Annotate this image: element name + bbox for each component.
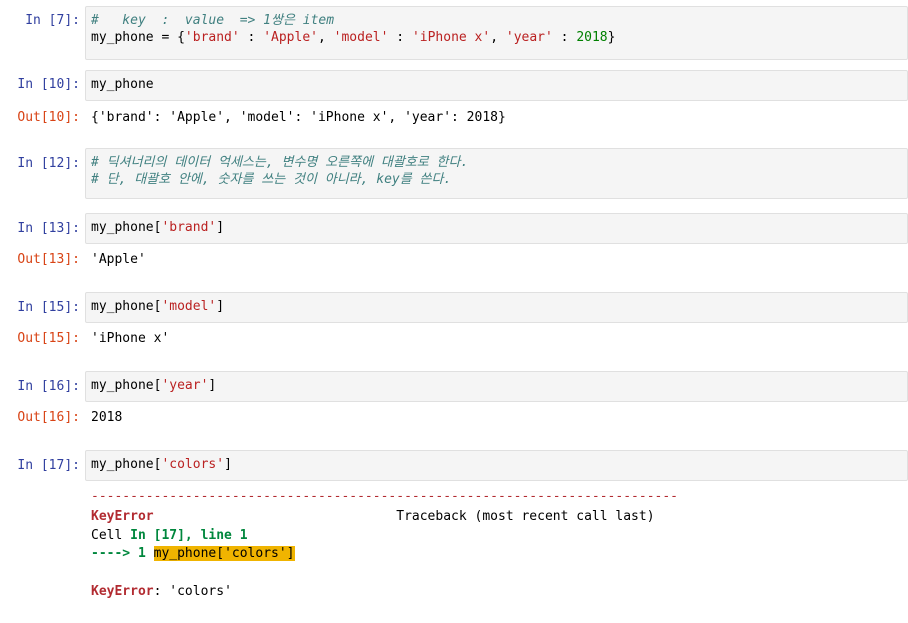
code-token: my_phone[ [91, 220, 162, 235]
code-token: : [239, 30, 264, 45]
traceback-label: Traceback (most recent call last) [153, 509, 655, 524]
code-token: my_phone[ [91, 299, 162, 314]
traceback-code-line: ----> 1 my_phone['colors'] [91, 545, 295, 562]
cell-output: 'iPhone x' [91, 331, 170, 346]
code-token: , [318, 30, 334, 45]
error-message: KeyError: 'colors' [91, 583, 232, 600]
code-cell-15[interactable]: my_phone['model'] [85, 292, 908, 323]
code-token: , [490, 30, 506, 45]
code-string: 'brand' [161, 220, 217, 235]
code-comment: # 단, 대괄호 안에, 숫자를 쓰는 것이 아니라, key를 쓴다. [91, 172, 452, 187]
code-line: my_phone['year'] [91, 377, 907, 394]
code-token: ] [224, 457, 232, 472]
input-prompt: In [17]: [17, 458, 80, 473]
code-token: : [552, 30, 577, 45]
code-line: # 딕셔너리의 데이터 억세스는, 변수명 오른쪽에 대괄호로 한다. [91, 154, 907, 171]
code-line: my_phone['brand'] [91, 219, 907, 236]
cell-output: {'brand': 'Apple', 'model': 'iPhone x', … [91, 110, 506, 125]
output-prompt: Out[13]: [17, 252, 80, 267]
code-cell-12[interactable]: # 딕셔너리의 데이터 억세스는, 변수명 오른쪽에 대괄호로 한다. # 단, … [85, 148, 908, 199]
code-line: my_phone['colors'] [91, 456, 907, 473]
cell-prefix: Cell [91, 528, 131, 543]
traceback-separator: ----------------------------------------… [91, 489, 678, 504]
cell-ref-link[interactable]: In [17], line 1 [130, 528, 247, 543]
output-prompt: Out[15]: [17, 331, 80, 346]
cell-output: 'Apple' [91, 252, 146, 267]
highlighted-code: my_phone['colors'] [153, 546, 295, 561]
code-string: 'iPhone x' [411, 30, 491, 45]
error-final-name: KeyError [91, 584, 154, 599]
code-token: my_phone [91, 77, 154, 92]
traceback-header: KeyError Traceback (most recent call las… [91, 508, 655, 525]
code-token: } [607, 30, 616, 45]
code-token: my_phone[ [91, 378, 162, 393]
input-prompt: In [7]: [25, 13, 80, 28]
code-line: my_phone = {'brand' : 'Apple', 'model' :… [91, 29, 907, 46]
input-prompt: In [16]: [17, 379, 80, 394]
input-prompt: In [13]: [17, 221, 80, 236]
traceback-arrow: ----> 1 [91, 546, 154, 561]
code-cell-13[interactable]: my_phone['brand'] [85, 213, 908, 244]
code-string: 'model' [161, 299, 217, 314]
code-number: 2018 [576, 30, 608, 45]
input-prompt: In [15]: [17, 300, 80, 315]
code-token: ] [216, 220, 225, 235]
code-string: 'year' [161, 378, 209, 393]
code-string: 'year' [505, 30, 553, 45]
output-prompt: Out[16]: [17, 410, 80, 425]
code-comment: # 딕셔너리의 데이터 억세스는, 변수명 오른쪽에 대괄호로 한다. [91, 155, 469, 170]
code-line: my_phone [91, 76, 907, 93]
code-string: 'brand' [184, 30, 240, 45]
code-token: ] [216, 299, 225, 314]
code-cell-16[interactable]: my_phone['year'] [85, 371, 908, 402]
code-comment: # key : value => 1쌍은 item [91, 13, 335, 28]
code-string: 'colors' [161, 457, 225, 472]
code-line: my_phone['model'] [91, 298, 907, 315]
code-token: my_phone = { [91, 30, 185, 45]
code-cell-17[interactable]: my_phone['colors'] [85, 450, 908, 481]
code-token: my_phone[ [91, 457, 162, 472]
code-string: 'model' [333, 30, 389, 45]
output-prompt: Out[10]: [17, 110, 80, 125]
code-token: ] [208, 378, 217, 393]
code-string: 'Apple' [263, 30, 318, 45]
input-prompt: In [10]: [17, 77, 80, 92]
input-prompt: In [12]: [17, 156, 80, 171]
cell-output: 2018 [91, 410, 123, 425]
code-line: # key : value => 1쌍은 item [91, 12, 907, 29]
error-final-msg: : 'colors' [153, 584, 232, 599]
code-cell-7[interactable]: # key : value => 1쌍은 item my_phone = {'br… [85, 6, 908, 60]
code-cell-10[interactable]: my_phone [85, 70, 908, 101]
traceback-cell-ref: Cell In [17], line 1 [91, 527, 248, 544]
code-token: : [388, 30, 412, 45]
error-name: KeyError [91, 509, 154, 524]
code-line: # 단, 대괄호 안에, 숫자를 쓰는 것이 아니라, key를 쓴다. [91, 171, 907, 188]
